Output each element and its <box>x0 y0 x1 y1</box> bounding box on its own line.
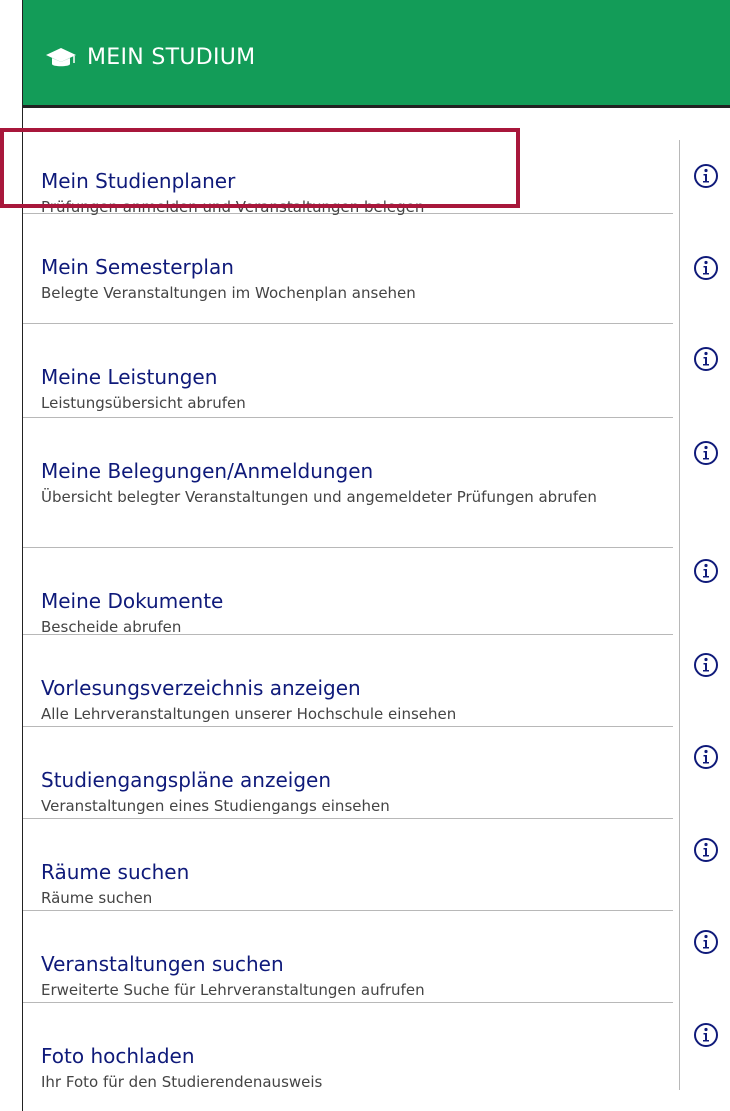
graduation-cap-icon <box>46 47 76 66</box>
item-title[interactable]: Foto hochladen <box>41 1043 673 1069</box>
list-item-raeume-suchen[interactable]: Räume suchen Räume suchen <box>23 819 673 911</box>
list-item-foto-hochladen[interactable]: Foto hochladen Ihr Foto für den Studiere… <box>23 1003 673 1099</box>
info-icon[interactable] <box>693 1022 719 1048</box>
header-title-row: MEIN STUDIUM <box>45 45 255 70</box>
info-icon[interactable] <box>693 346 719 372</box>
list-item-vorlesungsverzeichnis[interactable]: Vorlesungsverzeichnis anzeigen Alle Lehr… <box>23 635 673 727</box>
highlight-box <box>0 128 520 208</box>
item-subtitle: Erweiterte Suche für Lehrveranstaltungen… <box>41 981 425 999</box>
item-subtitle: Alle Lehrveranstaltungen unserer Hochsch… <box>41 705 457 723</box>
item-subtitle: Übersicht belegter Veranstaltungen und a… <box>41 488 597 506</box>
info-icon[interactable] <box>693 652 719 678</box>
item-title[interactable]: Studiengangspläne anzeigen <box>41 767 673 793</box>
item-subtitle: Ihr Foto für den Studierendenausweis <box>41 1073 323 1091</box>
item-subtitle: Leistungsübersicht abrufen <box>41 394 246 412</box>
item-subtitle: Belegte Veranstaltungen im Wochenplan an… <box>41 284 416 302</box>
info-icon[interactable] <box>693 255 719 281</box>
menu-list: Mein Studienplaner Prüfungen anmelden un… <box>23 128 673 1099</box>
item-title[interactable]: Mein Semesterplan <box>41 254 673 280</box>
list-item-leistungen[interactable]: Meine Leistungen Leistungsübersicht abru… <box>23 324 673 418</box>
column-divider <box>679 140 680 1090</box>
list-item-semesterplan[interactable]: Mein Semesterplan Belegte Veranstaltunge… <box>23 214 673 324</box>
info-icon[interactable] <box>693 163 719 189</box>
item-title[interactable]: Meine Dokumente <box>41 588 673 614</box>
item-subtitle: Veranstaltungen eines Studiengangs einse… <box>41 797 390 815</box>
info-icon[interactable] <box>693 440 719 466</box>
panel-header: MEIN STUDIUM <box>23 0 730 108</box>
item-title[interactable]: Meine Belegungen/Anmeldungen <box>41 458 673 484</box>
info-icon[interactable] <box>693 929 719 955</box>
item-title[interactable]: Vorlesungsverzeichnis anzeigen <box>41 675 673 701</box>
list-item-belegungen[interactable]: Meine Belegungen/Anmeldungen Übersicht b… <box>23 418 673 548</box>
list-item-veranstaltungen-suchen[interactable]: Veranstaltungen suchen Erweiterte Suche … <box>23 911 673 1003</box>
info-icon[interactable] <box>693 558 719 584</box>
item-subtitle: Räume suchen <box>41 889 153 907</box>
page-title: MEIN STUDIUM <box>87 45 256 70</box>
item-title[interactable]: Meine Leistungen <box>41 364 673 390</box>
info-icon[interactable] <box>693 837 719 863</box>
info-icon[interactable] <box>693 744 719 770</box>
item-title[interactable]: Veranstaltungen suchen <box>41 951 673 977</box>
item-title[interactable]: Räume suchen <box>41 859 673 885</box>
list-item-studiengangsplaene[interactable]: Studiengangspläne anzeigen Veranstaltung… <box>23 727 673 819</box>
list-item-dokumente[interactable]: Meine Dokumente Bescheide abrufen <box>23 548 673 636</box>
